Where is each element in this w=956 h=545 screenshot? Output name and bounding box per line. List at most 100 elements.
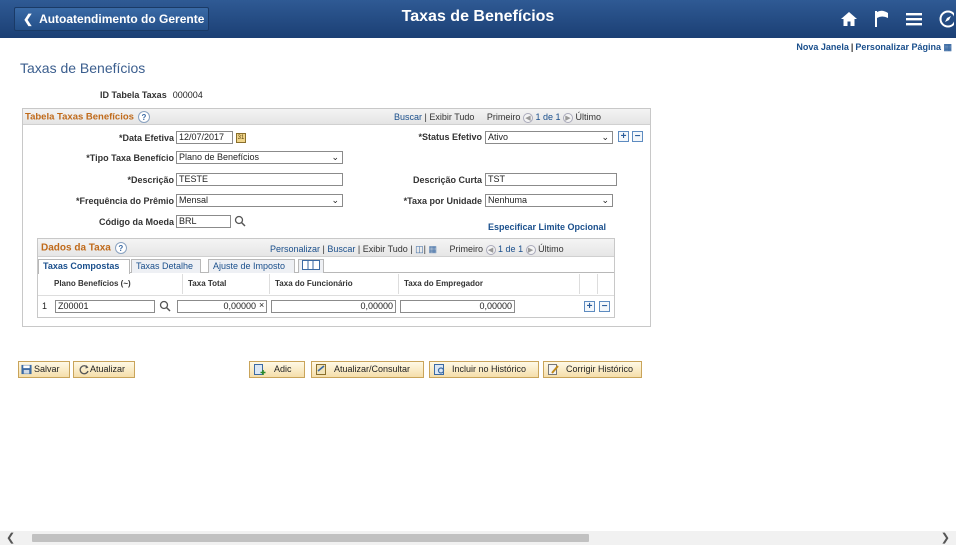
groupbox-header: Tabela Taxas Benefícios? Buscar | Exibir… (23, 109, 650, 125)
banner-title: Taxas de Benefícios (401, 8, 555, 25)
employee-rate-input[interactable]: 0,00000 (271, 300, 396, 313)
correct-history-label: Corrigir Histórico (566, 364, 634, 374)
save-icon (21, 364, 32, 375)
help-icon[interactable]: ? (137, 111, 150, 123)
currency-label: Código da Moeda (99, 217, 174, 227)
include-history-button[interactable]: Incluir no Histórico (429, 361, 539, 378)
refresh-button[interactable]: Atualizar (73, 361, 135, 378)
plan-input[interactable]: Z00001 (55, 300, 155, 313)
view-all-link[interactable]: Exibir Tudo (429, 112, 474, 122)
scrollbar-thumb[interactable] (32, 534, 589, 542)
help-icon[interactable]: ? (114, 242, 127, 254)
per-unit-select[interactable]: Nenhuma ⌄ (485, 194, 613, 207)
total-input[interactable]: 0,00000 (177, 300, 267, 313)
include-history-icon (434, 364, 445, 375)
col-employer: Taxa do Empregador (400, 274, 580, 294)
row-number: 1 (42, 301, 48, 311)
update-display-button[interactable]: Atualizar/Consultar (311, 361, 424, 378)
view-all-link[interactable]: Exibir Tudo (363, 244, 408, 254)
correct-history-icon (548, 364, 559, 375)
status-select[interactable]: Ativo ⌄ (485, 131, 613, 144)
next-icon[interactable]: ▶ (563, 112, 573, 123)
clear-icon[interactable]: × (259, 300, 264, 310)
flag-icon[interactable] (874, 10, 890, 28)
save-button[interactable]: Salvar (18, 361, 70, 378)
per-unit-label: *Taxa por Unidade (403, 196, 482, 206)
tab-rate-detail[interactable]: Taxas Detalhe (131, 259, 201, 273)
top-banner: ❮ Autoatendimento do Gerente Taxas de Ben… (0, 0, 956, 38)
personalize-page-link[interactable]: Personalizar Página (855, 42, 941, 52)
top-links: Nova Janela | Personalizar Página ▦ (796, 42, 952, 53)
link-separator: | (850, 42, 854, 52)
download-icon[interactable]: ▦ (428, 244, 437, 254)
banner-actions (840, 6, 956, 32)
type-select[interactable]: Plano de Benefícios ⌄ (176, 151, 343, 164)
row-range: 1 de 1 (535, 112, 561, 122)
zoom-icon[interactable]: ◫ (415, 244, 424, 254)
row-range: 1 de 1 (498, 244, 524, 254)
new-window-link[interactable]: Nova Janela (796, 42, 849, 52)
previous-icon[interactable]: ◀ (485, 244, 496, 255)
grid-title: Dados da Taxa? (41, 242, 127, 254)
chevron-down-icon: ⌄ (331, 195, 339, 205)
tab-tax-adjustment[interactable]: Ajuste de Imposto (208, 259, 295, 273)
refresh-label: Atualizar (90, 364, 126, 374)
personalize-link[interactable]: Personalizar (270, 244, 320, 254)
refresh-icon (79, 365, 89, 375)
descr-input[interactable]: TESTE (176, 173, 343, 186)
find-link[interactable]: Buscar (327, 244, 355, 254)
optional-limit-link[interactable]: Especificar Limite Opcional (488, 222, 606, 232)
short-descr-label: Descrição Curta (412, 175, 482, 185)
id-label: ID Tabela Taxas (100, 90, 167, 100)
type-label: *Tipo Taxa Benefício (86, 153, 174, 163)
add-label: Adic (274, 364, 292, 374)
show-all-columns-icon[interactable] (298, 259, 324, 273)
col-plan: Plano Benefícios (~) (38, 274, 183, 294)
add-button[interactable]: Adic (249, 361, 305, 378)
add-icon (254, 364, 266, 375)
grid-icon[interactable]: ▦ (943, 42, 952, 52)
correct-history-button[interactable]: Corrigir Histórico (543, 361, 642, 378)
save-label: Salvar (34, 364, 60, 374)
table-row: 1 Z00001 0,00000 × 0,00000 0,00000 + − (38, 295, 614, 317)
menu-icon[interactable] (906, 12, 922, 26)
effdt-label: *Data Efetiva (118, 133, 174, 143)
home-icon[interactable] (840, 11, 858, 27)
add-row-icon[interactable]: + (584, 301, 595, 312)
currency-input[interactable]: BRL (176, 215, 231, 228)
tab-composite-rates[interactable]: Taxas Compostas (38, 259, 130, 274)
status-label: *Status Efetivo (418, 132, 482, 142)
groupbox-title: Tabela Taxas Benefícios? (25, 111, 150, 123)
descr-label: *Descrição (127, 175, 174, 185)
previous-icon[interactable]: ◀ (522, 112, 533, 123)
col-actions (581, 274, 598, 294)
chevron-down-icon: ⌄ (601, 132, 609, 142)
first-label: Primeiro (449, 244, 484, 254)
search-icon[interactable] (159, 300, 171, 312)
frequency-label: *Frequência do Prêmio (75, 196, 174, 206)
first-label: Primeiro (486, 112, 521, 122)
short-descr-input[interactable]: TST (485, 173, 617, 186)
last-label: Último (538, 244, 564, 254)
scroll-left-icon[interactable]: ❮ (6, 531, 15, 545)
page-title: Taxas de Benefícios (20, 60, 146, 76)
find-link[interactable]: Buscar (394, 112, 422, 122)
grid-header: Dados da Taxa? Personalizar | Buscar | E… (38, 239, 614, 257)
rate-data-grid: Dados da Taxa? Personalizar | Buscar | E… (37, 238, 615, 318)
frequency-select[interactable]: Mensal ⌄ (176, 194, 343, 207)
next-icon[interactable]: ▶ (525, 244, 536, 255)
calendar-icon[interactable]: 31 (236, 133, 246, 143)
chevron-down-icon: ⌄ (331, 152, 339, 162)
delete-row-icon[interactable]: − (599, 301, 610, 312)
horizontal-scrollbar[interactable]: ❮ ❯ (0, 531, 956, 545)
search-icon[interactable] (234, 215, 246, 227)
id-row: ID Tabela Taxas 000004 (100, 90, 203, 100)
effdt-input[interactable]: 12/07/2017 (176, 131, 233, 144)
navigator-icon[interactable] (938, 10, 954, 28)
scroll-right-icon[interactable]: ❯ (941, 531, 950, 545)
employer-rate-input[interactable]: 0,00000 (400, 300, 515, 313)
add-row-icon[interactable]: + (618, 131, 629, 142)
delete-row-icon[interactable]: − (632, 131, 643, 142)
chevron-down-icon: ⌄ (601, 195, 609, 205)
grid-nav: Personalizar | Buscar | Exibir Tudo | ◫|… (270, 244, 564, 255)
